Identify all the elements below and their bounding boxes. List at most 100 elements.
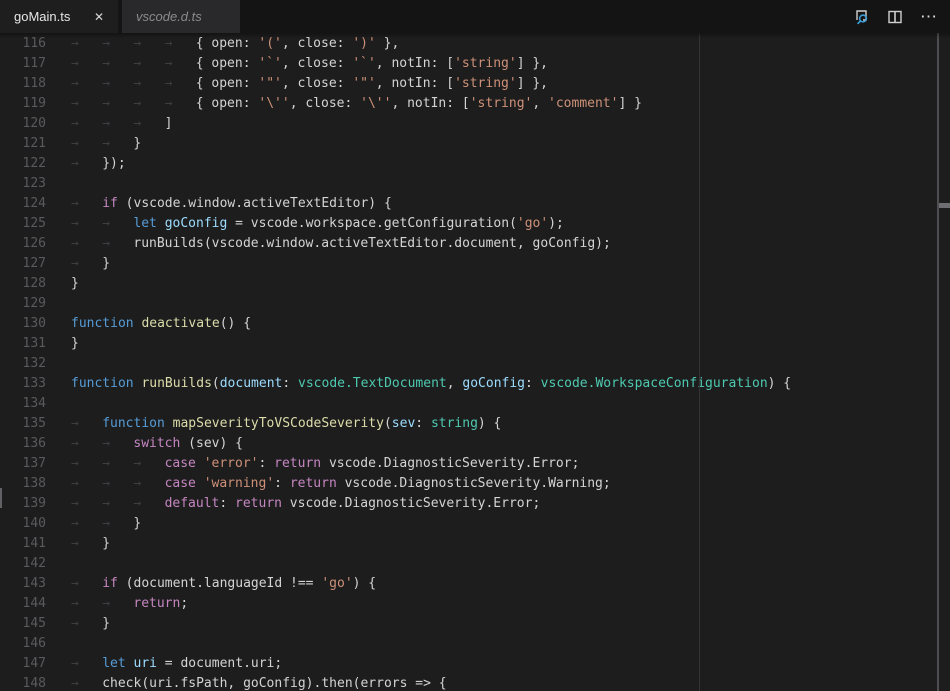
line-number[interactable]: 138 bbox=[0, 474, 46, 494]
line-number[interactable]: 141 bbox=[0, 534, 46, 554]
token-plain: (sev) { bbox=[180, 436, 243, 451]
token-keyword: return bbox=[235, 496, 282, 511]
code-line[interactable]: 123 bbox=[0, 174, 950, 194]
line-number[interactable]: 128 bbox=[0, 274, 46, 294]
code-text: →→switch (sev) { bbox=[71, 434, 243, 454]
code-text: →} bbox=[71, 614, 110, 634]
split-editor-icon[interactable] bbox=[886, 8, 904, 26]
line-number[interactable]: 142 bbox=[0, 554, 46, 574]
whitespace-arrow-icon: → bbox=[133, 94, 164, 114]
code-line[interactable]: 132 bbox=[0, 354, 950, 374]
whitespace-arrow-icon: → bbox=[71, 34, 102, 54]
line-number[interactable]: 124 bbox=[0, 194, 46, 214]
code-line[interactable]: 138→→→case 'warning': return vscode.Diag… bbox=[0, 474, 950, 494]
code-line[interactable]: 128} bbox=[0, 274, 950, 294]
code-line[interactable]: 124→if (vscode.window.activeTextEditor) … bbox=[0, 194, 950, 214]
code-line[interactable]: 143→if (document.languageId !== 'go') { bbox=[0, 574, 950, 594]
whitespace-arrow-icon: → bbox=[71, 474, 102, 494]
code-line[interactable]: 139→→→default: return vscode.DiagnosticS… bbox=[0, 494, 950, 514]
token-string: 'warning' bbox=[204, 476, 274, 491]
overview-ruler-border bbox=[937, 33, 939, 691]
code-text: →→return; bbox=[71, 594, 188, 614]
code-line[interactable]: 133function runBuilds(document: vscode.T… bbox=[0, 374, 950, 394]
line-number[interactable]: 120 bbox=[0, 114, 46, 134]
line-number[interactable]: 126 bbox=[0, 234, 46, 254]
code-text: →→let goConfig = vscode.workspace.getCon… bbox=[71, 214, 564, 234]
line-number[interactable]: 116 bbox=[0, 34, 46, 54]
line-number[interactable]: 118 bbox=[0, 74, 46, 94]
line-number[interactable]: 130 bbox=[0, 314, 46, 334]
line-number[interactable]: 139 bbox=[0, 494, 46, 514]
token-plain: = document.uri; bbox=[157, 656, 282, 671]
code-line[interactable]: 137→→→case 'error': return vscode.Diagno… bbox=[0, 454, 950, 474]
code-line[interactable]: 129 bbox=[0, 294, 950, 314]
line-number[interactable]: 122 bbox=[0, 154, 46, 174]
code-line[interactable]: 147→let uri = document.uri; bbox=[0, 654, 950, 674]
token-variable: goConfig bbox=[462, 376, 525, 391]
token-plain: , notIn: [ bbox=[391, 96, 469, 111]
line-number[interactable]: 137 bbox=[0, 454, 46, 474]
line-number[interactable]: 146 bbox=[0, 634, 46, 654]
code-line[interactable]: 146 bbox=[0, 634, 950, 654]
token-keyword: if bbox=[102, 196, 118, 211]
line-number[interactable]: 148 bbox=[0, 674, 46, 691]
whitespace-arrow-icon: → bbox=[71, 54, 102, 74]
code-line[interactable]: 125 →→let goConfig = vscode.workspace.get… bbox=[0, 214, 950, 234]
line-number[interactable]: 140 bbox=[0, 514, 46, 534]
line-number[interactable]: 125 bbox=[0, 214, 46, 234]
code-line[interactable]: 130function deactivate() { bbox=[0, 314, 950, 334]
code-line[interactable]: 144→→return; bbox=[0, 594, 950, 614]
code-editor[interactable]: 116→→→→{ open: '(', close: ')' },117→→→→… bbox=[0, 33, 950, 691]
code-line[interactable]: 126→→runBuilds(vscode.window.activeTextE… bbox=[0, 234, 950, 254]
line-number[interactable]: 133 bbox=[0, 374, 46, 394]
line-number[interactable]: 135 bbox=[0, 414, 46, 434]
code-line[interactable]: 141→} bbox=[0, 534, 950, 554]
code-line[interactable]: 134 bbox=[0, 394, 950, 414]
more-actions-icon[interactable]: ⋯ bbox=[920, 12, 938, 22]
line-number[interactable]: 143 bbox=[0, 574, 46, 594]
line-number[interactable]: 129 bbox=[0, 294, 46, 314]
code-text: →→→→{ open: '"', close: '"', notIn: ['st… bbox=[71, 74, 548, 94]
token-plain: } bbox=[102, 256, 110, 271]
token-plain: (vscode.window.activeTextEditor) { bbox=[118, 196, 392, 211]
close-icon[interactable]: ✕ bbox=[90, 9, 108, 25]
code-line[interactable]: 140→→} bbox=[0, 514, 950, 534]
tab-gomain-ts[interactable]: goMain.ts ✕ bbox=[0, 0, 118, 33]
whitespace-arrow-icon: → bbox=[102, 34, 133, 54]
open-preview-icon[interactable] bbox=[852, 8, 870, 26]
line-number[interactable]: 134 bbox=[0, 394, 46, 414]
code-line[interactable]: 127→} bbox=[0, 254, 950, 274]
code-line[interactable]: 142 bbox=[0, 554, 950, 574]
line-number[interactable]: 132 bbox=[0, 354, 46, 374]
line-number[interactable]: 145 bbox=[0, 614, 46, 634]
code-line[interactable]: 148→check(uri.fsPath, goConfig).then(err… bbox=[0, 674, 950, 691]
line-number[interactable]: 136 bbox=[0, 434, 46, 454]
whitespace-arrow-icon: → bbox=[71, 594, 102, 614]
code-text: } bbox=[71, 274, 79, 294]
line-number[interactable]: 131 bbox=[0, 334, 46, 354]
line-number[interactable]: 144 bbox=[0, 594, 46, 614]
line-number[interactable]: 127 bbox=[0, 254, 46, 274]
line-number[interactable]: 119 bbox=[0, 94, 46, 114]
code-line[interactable]: 119→→→→{ open: '\'', close: '\'', notIn:… bbox=[0, 94, 950, 114]
token-plain: ); bbox=[548, 216, 564, 231]
token-plain bbox=[196, 476, 204, 491]
code-line[interactable]: 120→→→] bbox=[0, 114, 950, 134]
overview-ruler-marker[interactable] bbox=[939, 203, 950, 208]
code-line[interactable]: 136 →→switch (sev) { bbox=[0, 434, 950, 454]
code-line[interactable]: 135→function mapSeverityToVSCodeSeverity… bbox=[0, 414, 950, 434]
line-number[interactable]: 123 bbox=[0, 174, 46, 194]
code-line[interactable]: 117→→→→{ open: '`', close: '`', notIn: [… bbox=[0, 54, 950, 74]
line-number[interactable]: 121 bbox=[0, 134, 46, 154]
code-line[interactable]: 145 →} bbox=[0, 614, 950, 634]
token-keyword: return bbox=[133, 596, 180, 611]
line-number[interactable]: 117 bbox=[0, 54, 46, 74]
tab-vscode-d-ts[interactable]: vscode.d.ts bbox=[122, 0, 240, 33]
code-line[interactable]: 121→→} bbox=[0, 134, 950, 154]
code-line[interactable]: 122→}); bbox=[0, 154, 950, 174]
left-sash-handle[interactable] bbox=[0, 488, 2, 508]
code-line[interactable]: 118 →→→→{ open: '"', close: '"', notIn: [… bbox=[0, 74, 950, 94]
code-line[interactable]: 116→→→→{ open: '(', close: ')' }, bbox=[0, 34, 950, 54]
line-number[interactable]: 147 bbox=[0, 654, 46, 674]
code-line[interactable]: 131} bbox=[0, 334, 950, 354]
